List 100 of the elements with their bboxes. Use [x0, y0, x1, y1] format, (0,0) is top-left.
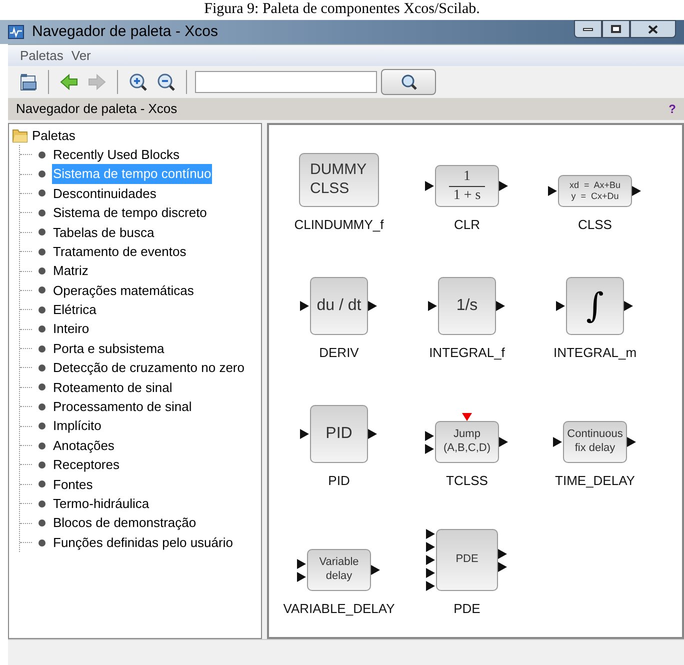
bullet-icon: [38, 248, 46, 256]
bullet-icon: [38, 267, 46, 276]
bullet-icon: [38, 208, 46, 217]
tree-item[interactable]: Matriz: [52, 261, 90, 281]
tree-item[interactable]: Anotações: [52, 436, 116, 456]
figure-caption: Figura 9: Paleta de componentes Xcos/Scilab.: [204, 0, 480, 19]
block-text: delay: [326, 570, 352, 584]
document-icon: [18, 72, 38, 92]
tree-item[interactable]: Porta e subsistema: [52, 338, 166, 358]
search-button[interactable]: [381, 69, 436, 95]
tree-item[interactable]: Recently Used Blocks: [52, 144, 180, 164]
tree-item[interactable]: Receptores: [52, 455, 120, 475]
block-text: fix delay: [574, 442, 616, 456]
zoom-in-icon: [128, 72, 148, 92]
block-label: CLINDUMMY_f: [294, 216, 384, 234]
block-icon[interactable]: xd = Ax+Bu y = Cx+Du: [558, 175, 632, 207]
tree-item[interactable]: Descontinuidades: [52, 184, 158, 204]
block-text: (A,B,C,D): [443, 442, 491, 456]
block-icon[interactable]: Continuous fix delay: [563, 421, 627, 463]
block-text: 1/s: [456, 296, 478, 316]
tree-item[interactable]: Termo-hidráulica: [52, 494, 150, 514]
block-label: INTEGRAL_f: [429, 344, 505, 362]
tree-item[interactable]: Paletas: [32, 126, 76, 146]
block-icon[interactable]: PID: [310, 405, 368, 463]
bullet-icon: [38, 364, 46, 372]
block-label: VARIABLE_DELAY: [283, 600, 395, 618]
block-icon[interactable]: du / dt: [310, 277, 368, 335]
minimize-button[interactable]: [574, 20, 602, 38]
tree-item[interactable]: Tratamento de eventos: [52, 242, 188, 262]
tree-item[interactable]: Fontes: [52, 474, 94, 494]
block-label: PID: [328, 472, 350, 490]
maximize-button[interactable]: [602, 20, 630, 38]
menu-item[interactable]: Paletas: [20, 46, 64, 66]
block-text: Continuous: [567, 428, 623, 442]
bullet-icon: [38, 170, 46, 178]
search-field[interactable]: [195, 71, 377, 93]
tree-item[interactable]: Inteiro: [52, 319, 90, 339]
block-icon[interactable]: 1 1 + s: [435, 165, 499, 207]
window-title: Navegador de paleta - Xcos: [32, 22, 218, 42]
panel-title: Navegador de paleta - Xcos: [16, 100, 178, 118]
tree-item[interactable]: Funções definidas pelo usuário: [52, 532, 234, 552]
bullet-icon: [38, 286, 46, 294]
block-label: PDE: [454, 600, 480, 618]
block-icon[interactable]: PDE: [436, 529, 498, 591]
bullet-icon: [38, 306, 46, 314]
tree-item[interactable]: Sistema de tempo discreto: [52, 203, 208, 223]
block-text: PID: [326, 424, 352, 444]
zoom-out-icon: [156, 72, 176, 92]
bullet-icon: [38, 383, 46, 392]
equation-text: xd = Ax+Bu: [569, 180, 621, 191]
block-icon[interactable]: Jump (A,B,C,D): [435, 421, 499, 463]
bullet-icon: [38, 460, 46, 469]
app-icon: [8, 25, 24, 39]
tree-item[interactable]: Tabelas de busca: [52, 222, 156, 242]
block-label: TCLSS: [446, 472, 488, 490]
search-icon: [400, 73, 418, 91]
block-icon[interactable]: ∫: [566, 277, 624, 335]
left-arrow-icon: [59, 72, 79, 92]
right-arrow-icon: [87, 72, 107, 92]
block-label: DERIV: [319, 344, 359, 362]
block-icon[interactable]: Variable delay: [307, 549, 371, 591]
tree-item[interactable]: Processamento de sinal: [52, 397, 193, 417]
tree-item[interactable]: Elétrica: [52, 300, 98, 320]
menu-item[interactable]: Ver: [71, 46, 91, 66]
block-text: CLSS: [310, 180, 350, 199]
fraction-numerator: 1: [464, 170, 470, 184]
block-text: Jump: [454, 428, 480, 442]
tree-item[interactable]: Blocos de demonstração: [52, 513, 198, 533]
integral-symbol: ∫: [586, 284, 604, 328]
equation-text: y = Cx+Du: [571, 191, 619, 202]
bullet-icon: [38, 325, 46, 334]
block-text: du / dt: [316, 296, 362, 316]
tree-item[interactable]: Implícito: [52, 416, 102, 436]
tree-item[interactable]: Operações matemáticas: [52, 280, 195, 300]
block-text: DUMMY: [310, 161, 367, 180]
bullet-icon: [38, 189, 46, 198]
bullet-icon: [38, 228, 46, 236]
tree-item[interactable]: Detecção de cruzamento no zero: [52, 358, 246, 378]
block-text: Variable: [319, 556, 359, 570]
bullet-icon: [38, 480, 46, 488]
block-label: TIME_DELAY: [555, 472, 635, 490]
help-link[interactable]: ?: [668, 100, 676, 118]
block-text: PDE: [456, 553, 478, 567]
fraction-denominator: 1 + s: [453, 188, 481, 202]
bullet-icon: [38, 344, 46, 353]
bullet-icon: [38, 538, 46, 546]
block-label: CLR: [454, 216, 480, 234]
close-icon: [648, 24, 658, 34]
block-icon[interactable]: 1/s: [438, 277, 496, 335]
bullet-icon: [38, 422, 46, 430]
block-label: CLSS: [578, 216, 612, 234]
bullet-icon: [38, 150, 46, 159]
close-button[interactable]: [630, 20, 676, 38]
bullet-icon: [38, 500, 46, 508]
bullet-icon: [38, 519, 46, 528]
block-icon[interactable]: DUMMY CLSS: [299, 153, 379, 207]
bullet-icon: [38, 442, 46, 450]
bullet-icon: [38, 402, 46, 411]
tree-item[interactable]: Roteamento de sinal: [52, 378, 174, 398]
block-label: INTEGRAL_m: [553, 344, 637, 362]
